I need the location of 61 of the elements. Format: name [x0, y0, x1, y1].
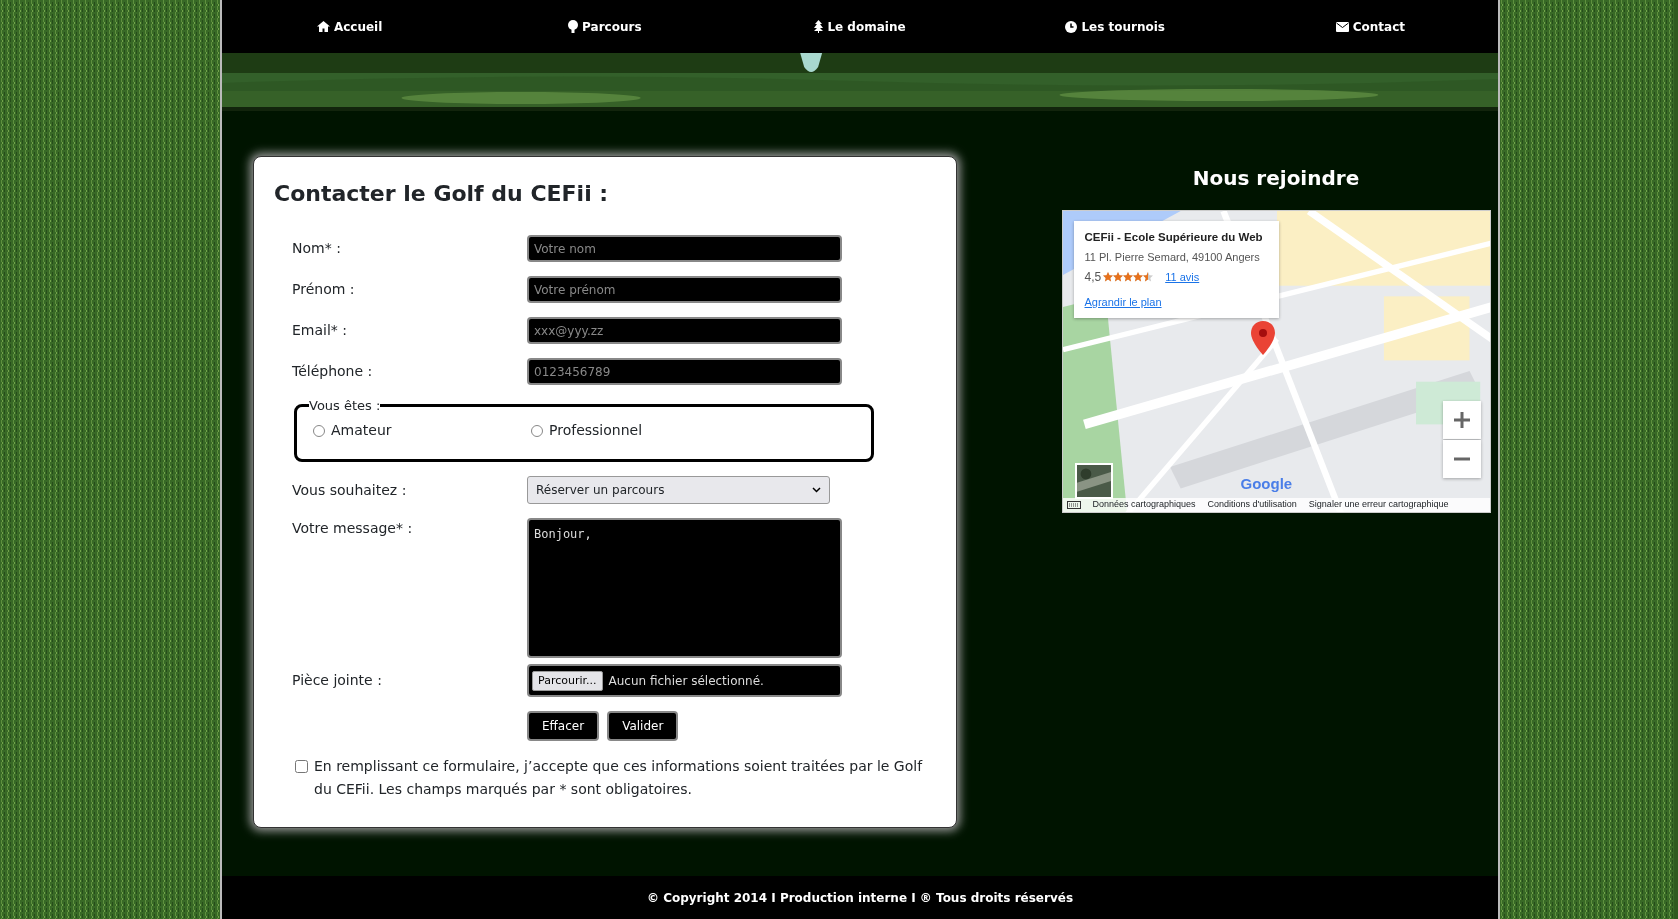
form-title: Contacter le Golf du CEFii : — [274, 181, 610, 208]
nav-link[interactable]: Les tournois — [987, 0, 1243, 53]
field-label: Téléphone : — [292, 362, 374, 382]
zoom-in-button[interactable] — [1442, 401, 1481, 439]
nav-link[interactable]: Le domaine — [732, 0, 988, 53]
attribution-link[interactable]: Données cartographiques — [1092, 498, 1196, 512]
place-address: 11 Pl. Pierre Semard, 49100 Angers — [1084, 250, 1261, 266]
input-field[interactable]: Votre nom — [527, 235, 842, 263]
bulb-icon — [568, 20, 579, 33]
attribution-link[interactable]: Signaler une erreur cartographique — [1308, 498, 1449, 512]
envelope-icon — [1335, 21, 1349, 32]
attribution-link[interactable]: Conditions d'utilisation — [1207, 498, 1297, 512]
place-name: CEFii - Ecole Supérieure du Web — [1084, 230, 1264, 245]
radio-label: Amateur — [331, 421, 392, 441]
consent-text: En remplissant ce formulaire, j’accepte que ces informations soient traitées par le Golf du CEFii. Les champs marqués par * sont obligatoires. — [314, 757, 924, 800]
home-icon — [316, 21, 330, 32]
field-label: Nom* : — [292, 239, 342, 259]
nav-link[interactable]: Parcours — [477, 0, 733, 53]
footer-text: © Copyright 2014 I Production interne I ® Tous droits réservés — [222, 876, 1498, 919]
input-field[interactable]: xxx@yyy.zz — [527, 317, 842, 345]
field-label: Votre message* : — [292, 519, 414, 539]
zoom-out-button[interactable] — [1442, 440, 1481, 478]
field-label: Pièce jointe : — [292, 671, 383, 691]
map-pin-icon — [1250, 321, 1275, 355]
tree-icon — [814, 20, 824, 33]
field-label: Prénom : — [292, 280, 356, 300]
map-logo: Google — [1240, 473, 1293, 494]
section-title: Nous rejoindre — [1192, 166, 1360, 190]
star-icon — [1113, 271, 1124, 282]
star-icon — [1133, 271, 1144, 282]
submit-button[interactable]: Valider — [607, 711, 679, 742]
minus-icon — [1452, 457, 1471, 461]
field-label: Email* : — [292, 321, 348, 341]
satellite-view-button[interactable] — [1074, 463, 1113, 499]
select-value: Réserver un parcours — [536, 482, 665, 500]
select-field[interactable]: Réserver un parcours — [527, 476, 830, 505]
star-icon — [1143, 271, 1154, 282]
keyboard-icon[interactable] — [1066, 501, 1081, 509]
message-field[interactable]: Bonjour, — [527, 518, 842, 659]
input-field[interactable]: Votre prénom — [527, 276, 842, 304]
input-field[interactable]: 0123456789 — [527, 358, 842, 386]
nav-link[interactable]: Accueil — [222, 0, 478, 53]
radio-button[interactable] — [531, 424, 543, 437]
radio-button[interactable] — [313, 424, 325, 437]
consent-checkbox[interactable] — [295, 760, 308, 774]
field-label: Vous souhaitez : — [292, 480, 408, 500]
enlarge-map-link[interactable]: Agrandir le plan — [1084, 293, 1268, 311]
star-icon — [1103, 271, 1114, 282]
browse-button[interactable]: Parcourir... — [532, 670, 603, 692]
radio-label: Professionnel — [549, 421, 643, 441]
nav-link[interactable]: Contact — [1242, 0, 1498, 53]
radio-group-legend: Vous êtes : — [309, 399, 381, 413]
plus-icon — [1452, 411, 1471, 429]
file-field[interactable]: Parcourir... Aucun fichier sélectionné. — [527, 664, 842, 698]
chevron-icon — [812, 487, 821, 494]
clock-icon — [1065, 20, 1078, 33]
file-status: Aucun fichier sélectionné. — [608, 672, 764, 690]
reset-button[interactable]: Effacer — [527, 711, 600, 742]
star-icon — [1123, 271, 1134, 282]
reviews-link[interactable]: 11 avis — [1165, 268, 1200, 285]
rating-value: 4,5 — [1084, 268, 1102, 286]
